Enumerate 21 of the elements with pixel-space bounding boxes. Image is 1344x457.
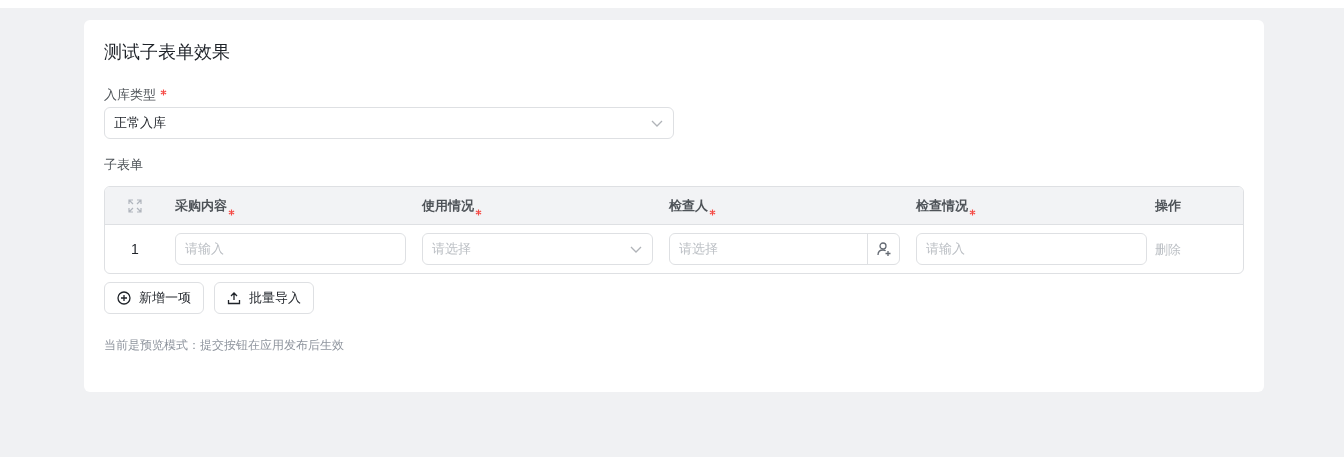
column-header: 检查人 xyxy=(669,196,708,215)
add-item-button[interactable]: 新增一项 xyxy=(104,282,204,314)
add-person-icon[interactable] xyxy=(875,241,892,257)
column-header: 操作 xyxy=(1155,197,1181,213)
import-button[interactable]: 批量导入 xyxy=(214,282,314,314)
row-number: 1 xyxy=(131,239,139,259)
select-field[interactable]: 请选择 xyxy=(422,233,653,265)
input-field[interactable]: 请输入 xyxy=(916,233,1147,265)
field-label: 子表单 xyxy=(104,156,144,174)
column-header: 使用情况 xyxy=(422,196,474,215)
preview-note: 当前是预览模式：提交按钮在应用发布后生效 xyxy=(104,337,345,354)
upload-icon xyxy=(227,291,241,305)
select-field[interactable]: 正常入库 xyxy=(104,107,674,139)
plus-circle-icon xyxy=(117,291,131,305)
input-field[interactable]: 请输入 xyxy=(175,233,406,265)
column-header: 检查情况 xyxy=(916,196,968,215)
delete-link[interactable]: 删除 xyxy=(1155,242,1181,257)
form-title: 测试子表单效果 xyxy=(104,41,231,64)
field-label: 入库类型 xyxy=(104,86,156,104)
column-header: 采购内容 xyxy=(175,196,227,215)
person-picker[interactable]: 请选择 xyxy=(669,233,900,265)
